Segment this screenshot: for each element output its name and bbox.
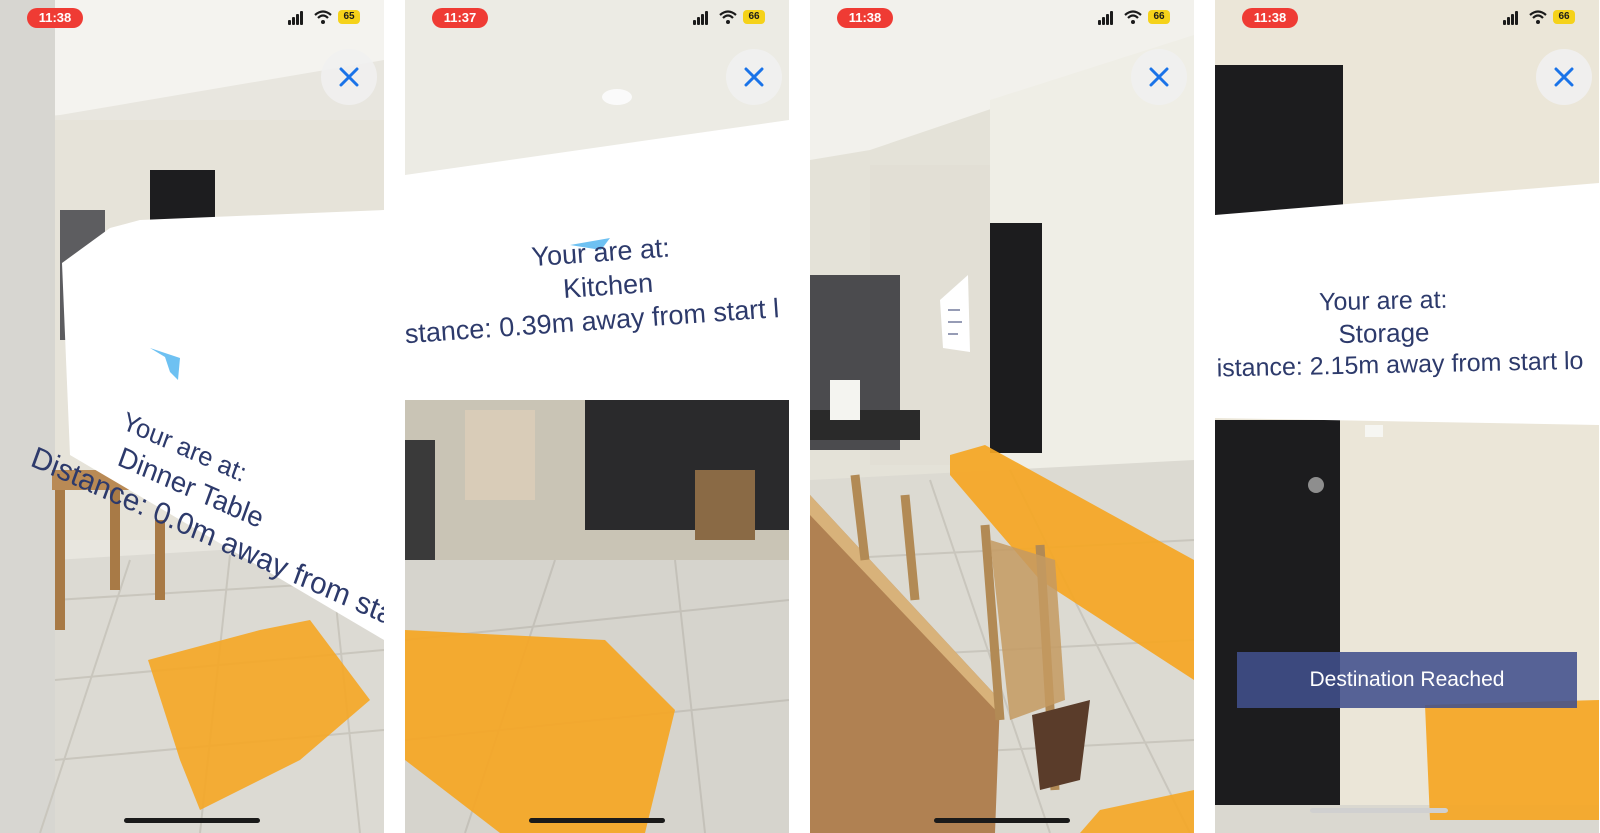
ar-screen-kitchen: Your are at: Kitchen stance: 0.39m away … bbox=[405, 0, 789, 833]
home-indicator bbox=[934, 818, 1070, 823]
status-time: 11:38 bbox=[27, 8, 83, 28]
cellular-signal-icon bbox=[1098, 11, 1118, 25]
ar-screen-dinner-table: Your are at: Dinner Table Distance: 0.0m… bbox=[0, 0, 384, 833]
camera-scene bbox=[1215, 0, 1599, 833]
status-icons: 66 bbox=[1098, 9, 1182, 27]
status-icons: 65 bbox=[288, 9, 372, 27]
home-indicator bbox=[529, 818, 665, 823]
ar-screen-storage: Your are at: Storage istance: 2.15m away… bbox=[1215, 0, 1599, 833]
close-button[interactable] bbox=[321, 49, 377, 105]
ar-screen-hallway: 11:38 66 bbox=[810, 0, 1194, 833]
camera-scene bbox=[405, 0, 789, 833]
wifi-icon bbox=[719, 10, 737, 24]
close-button[interactable] bbox=[1536, 49, 1592, 105]
camera-scene bbox=[810, 0, 1194, 833]
battery-icon: 66 bbox=[1553, 10, 1575, 24]
status-time: 11:37 bbox=[432, 8, 488, 28]
status-icons: 66 bbox=[693, 9, 777, 27]
cellular-signal-icon bbox=[693, 11, 713, 25]
wifi-icon bbox=[1124, 10, 1142, 24]
close-button[interactable] bbox=[726, 49, 782, 105]
battery-icon: 66 bbox=[1148, 10, 1170, 24]
wifi-icon bbox=[1529, 10, 1547, 24]
destination-reached-banner: Destination Reached bbox=[1237, 652, 1577, 708]
cellular-signal-icon bbox=[1503, 11, 1523, 25]
wifi-icon bbox=[314, 10, 332, 24]
close-button[interactable] bbox=[1131, 49, 1187, 105]
home-indicator bbox=[124, 818, 260, 823]
close-icon bbox=[1554, 67, 1574, 87]
ar-location-label: Your are at: Storage istance: 2.15m away… bbox=[1215, 280, 1599, 385]
close-icon bbox=[339, 67, 359, 87]
close-icon bbox=[744, 67, 764, 87]
cellular-signal-icon bbox=[288, 11, 308, 25]
close-icon bbox=[1149, 67, 1169, 87]
status-time: 11:38 bbox=[1242, 8, 1298, 28]
status-time: 11:38 bbox=[837, 8, 893, 28]
battery-icon: 65 bbox=[338, 10, 360, 24]
status-icons: 66 bbox=[1503, 9, 1587, 27]
battery-icon: 66 bbox=[743, 10, 765, 24]
